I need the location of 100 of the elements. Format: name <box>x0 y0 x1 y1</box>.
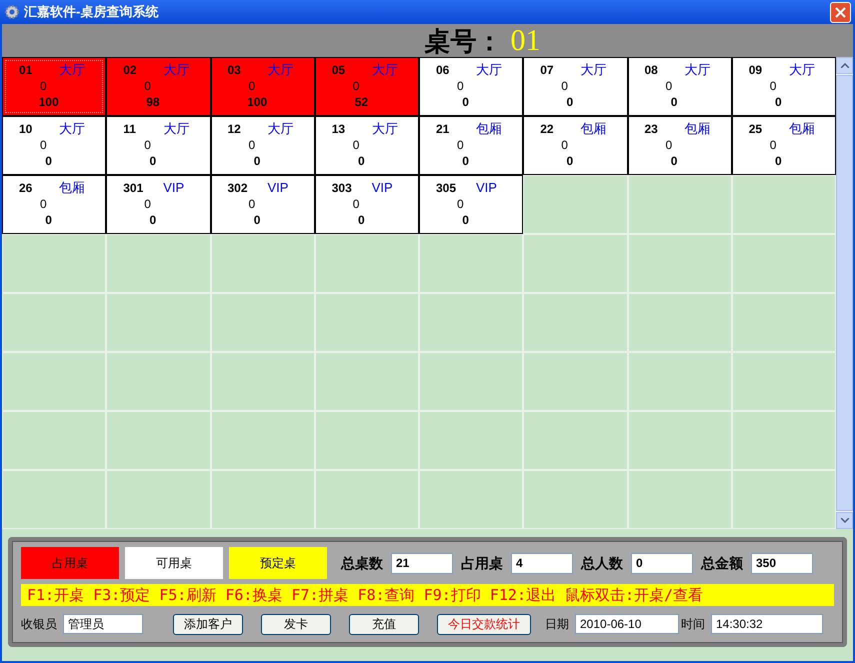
table-number: 01 <box>510 25 540 57</box>
table-number: 12 <box>228 121 242 137</box>
guest-count: 0 <box>457 78 464 94</box>
table-tile[interactable]: 02 大厅 0 98 <box>106 57 210 116</box>
table-tile[interactable]: 302 VIP 0 0 <box>210 175 315 234</box>
table-number: 02 <box>123 62 138 78</box>
guest-count: 0 <box>457 137 464 153</box>
guest-count: 0 <box>561 137 568 153</box>
table-amount: 0 <box>462 212 469 228</box>
table-area: 大厅 <box>580 62 606 78</box>
table-amount: 0 <box>566 153 574 169</box>
table-tile[interactable]: 05 大厅 0 52 <box>314 57 419 116</box>
table-number: 07 <box>540 62 555 78</box>
stat-field[interactable]: 4 <box>511 552 573 574</box>
close-icon <box>835 6 846 18</box>
table-number: 05 <box>332 62 346 78</box>
time-label: 时间 <box>681 616 705 633</box>
scroll-up-button[interactable] <box>836 57 853 74</box>
table-amount: 0 <box>775 94 782 110</box>
scroll-down-button[interactable] <box>836 512 853 529</box>
table-amount: 100 <box>38 94 59 110</box>
table-tile[interactable]: 21 包厢 0 0 <box>419 116 524 175</box>
table-area: VIP <box>476 180 497 196</box>
table-amount: 0 <box>254 212 260 228</box>
cashier-label: 收银员 <box>21 616 57 633</box>
time-field[interactable]: 14:30:32 <box>711 614 823 634</box>
table-amount: 0 <box>150 153 156 169</box>
table-tile[interactable]: 11 大厅 0 0 <box>106 116 210 175</box>
table-area: 大厅 <box>59 121 85 137</box>
table-area: 大厅 <box>59 62 85 78</box>
window-title: 汇嘉软件-桌房查询系统 <box>24 3 158 22</box>
legend-swatch: 可用桌 <box>125 547 223 579</box>
table-tile[interactable]: 23 包厢 0 0 <box>628 116 732 175</box>
guest-count: 0 <box>352 196 360 212</box>
table-amount: 0 <box>254 153 260 169</box>
table-amount: 0 <box>358 153 365 169</box>
table-tile[interactable]: 08 大厅 0 0 <box>628 57 732 116</box>
table-amount: 0 <box>670 94 678 110</box>
table-amount: 0 <box>358 212 365 228</box>
table-number: 23 <box>644 121 659 137</box>
table-tile[interactable]: 22 包厢 0 0 <box>523 116 628 175</box>
stat-field[interactable]: 350 <box>751 552 813 574</box>
table-amount: 0 <box>462 153 469 169</box>
table-area: 大厅 <box>372 121 398 137</box>
table-number: 22 <box>540 121 555 137</box>
table-tile[interactable]: 10 大厅 0 0 <box>2 116 106 175</box>
table-tile[interactable]: 301 VIP 0 0 <box>106 175 210 234</box>
guest-count: 0 <box>40 196 47 212</box>
stat-field[interactable]: 21 <box>391 552 453 574</box>
guest-count: 0 <box>144 78 151 94</box>
guest-count: 0 <box>352 78 360 94</box>
table-tile[interactable]: 06 大厅 0 0 <box>419 57 524 116</box>
action-button[interactable]: 充值 <box>349 614 419 634</box>
table-area: VIP <box>268 180 288 196</box>
table-area: 包厢 <box>684 121 710 137</box>
date-label: 日期 <box>545 616 569 633</box>
table-tile[interactable]: 03 大厅 0 100 <box>210 57 315 116</box>
guest-count: 0 <box>248 78 256 94</box>
table-tile[interactable]: 303 VIP 0 0 <box>314 175 419 234</box>
table-number: 26 <box>19 180 34 196</box>
stat-label: 总桌数 <box>341 554 383 572</box>
table-amount: 52 <box>354 94 368 110</box>
date-field[interactable]: 2010-06-10 <box>575 614 679 634</box>
cashier-field[interactable]: 管理员 <box>63 614 143 634</box>
stat-label: 占用桌 <box>461 554 503 572</box>
table-tile[interactable]: 01 大厅 0 100 <box>2 57 106 116</box>
table-tile[interactable]: 09 大厅 0 0 <box>732 57 836 116</box>
stat-field[interactable]: 0 <box>631 552 693 574</box>
table-tile[interactable]: 13 大厅 0 0 <box>314 116 419 175</box>
table-number: 09 <box>748 62 764 78</box>
guest-count: 0 <box>561 78 568 94</box>
table-number: 11 <box>123 121 137 137</box>
table-area: 大厅 <box>684 62 710 78</box>
table-tile[interactable]: 07 大厅 0 0 <box>523 57 628 116</box>
table-number: 10 <box>19 121 34 137</box>
table-amount: 0 <box>566 94 574 110</box>
table-tile[interactable]: 25 包厢 0 0 <box>732 116 836 175</box>
action-button[interactable]: 发卡 <box>261 614 331 634</box>
table-number: 13 <box>332 121 346 137</box>
table-area: VIP <box>372 180 393 196</box>
table-amount: 0 <box>775 153 782 169</box>
table-number: 303 <box>332 180 353 196</box>
shortcut-bar: F1:开桌 F3:预定 F5:刷新 F6:换桌 F7:拼桌 F8:查询 F9:打印 F12:退出 鼠标双击:开桌/查看 <box>21 584 834 606</box>
action-button[interactable]: 今日交款统计 <box>437 614 531 634</box>
action-button[interactable]: 添加客户 <box>173 614 243 634</box>
table-amount: 98 <box>146 94 160 110</box>
guest-count: 0 <box>666 78 672 94</box>
table-number: 06 <box>436 62 450 78</box>
table-number: 301 <box>123 180 144 196</box>
table-tile[interactable]: 12 大厅 0 0 <box>210 116 315 175</box>
table-tile[interactable]: 26 包厢 0 0 <box>2 175 106 234</box>
guest-count: 0 <box>144 196 151 212</box>
guest-count: 0 <box>248 137 256 153</box>
table-amount: 0 <box>462 94 469 110</box>
close-button[interactable] <box>830 2 851 22</box>
table-area: 包厢 <box>59 180 85 196</box>
table-area: 大厅 <box>163 62 190 78</box>
stat-label: 总人数 <box>581 554 623 572</box>
guest-count: 0 <box>40 78 47 94</box>
table-tile[interactable]: 305 VIP 0 0 <box>419 175 524 234</box>
